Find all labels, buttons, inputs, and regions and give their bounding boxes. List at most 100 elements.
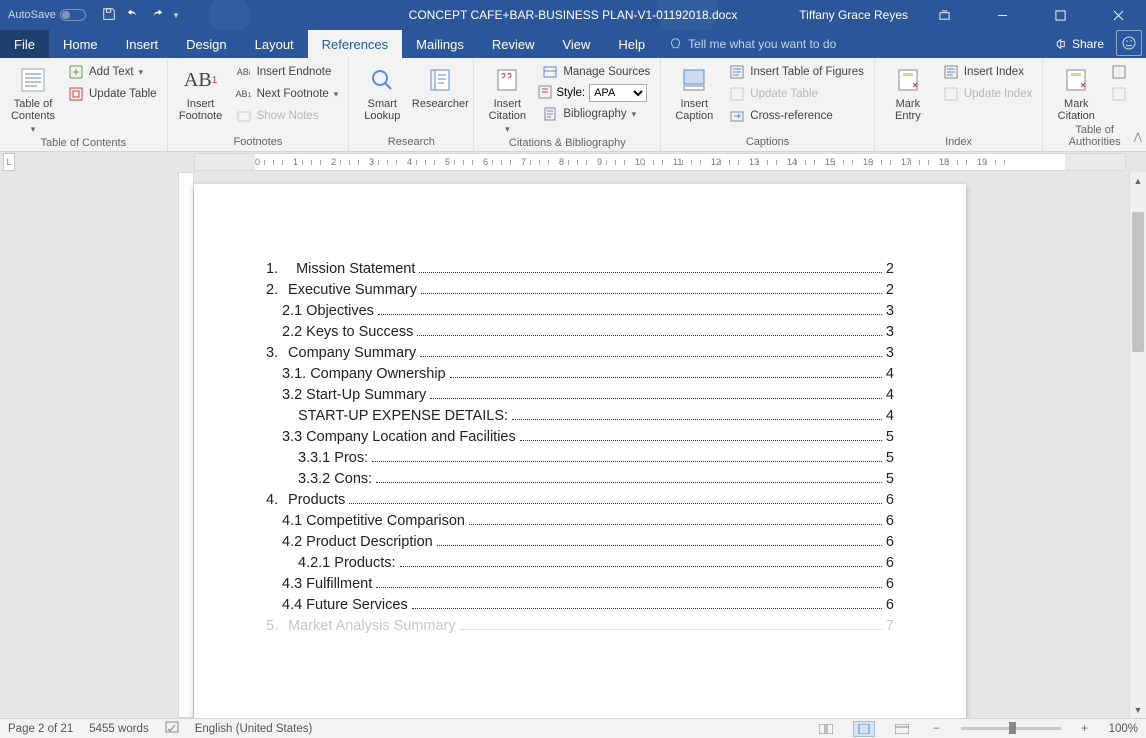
zoom-level[interactable]: 100% <box>1109 723 1138 735</box>
tab-mailings[interactable]: Mailings <box>402 30 478 58</box>
toc-entry[interactable]: 4.2 Product Description 6 <box>266 534 894 550</box>
toc-entry[interactable]: 3.3.2 Cons: 5 <box>266 471 894 487</box>
tab-help[interactable]: Help <box>604 30 659 58</box>
close-button[interactable] <box>1096 0 1140 30</box>
scroll-up-icon[interactable]: ▲ <box>1130 172 1146 189</box>
mark-entry-button[interactable]: Mark Entry <box>881 62 935 122</box>
tab-file[interactable]: File <box>0 30 49 58</box>
autosave-toggle[interactable]: AutoSave <box>0 9 94 21</box>
toc-entry[interactable]: 3.3.1 Pros: 5 <box>266 450 894 466</box>
next-footnote-button[interactable]: AB1Next Footnote <box>232 84 343 104</box>
document-area[interactable]: 1. Mission Statement 2 2. Executive Summa… <box>0 172 1146 718</box>
toc-entry[interactable]: 3. Company Summary 3 <box>266 345 894 361</box>
toc-entry-text: 3.1. Company Ownership <box>282 366 446 382</box>
zoom-in-button[interactable]: + <box>1077 723 1093 735</box>
undo-icon[interactable] <box>126 7 140 24</box>
insert-caption-button[interactable]: Insert Caption <box>667 62 721 122</box>
tab-view[interactable]: View <box>548 30 604 58</box>
toc-leader-dots <box>349 503 882 504</box>
tell-me-search[interactable]: Tell me what you want to do <box>669 30 836 58</box>
minimize-button[interactable] <box>980 0 1024 30</box>
toc-entry-page: 6 <box>886 555 894 571</box>
redo-icon[interactable] <box>150 7 164 24</box>
toc-entry[interactable]: 2. Executive Summary 2 <box>266 282 894 298</box>
toc-entry[interactable]: START-UP EXPENSE DETAILS: 4 <box>266 408 894 424</box>
word-count-status[interactable]: 5455 words <box>89 723 148 735</box>
toc-entry-page: 3 <box>886 324 894 340</box>
tab-selector[interactable]: L <box>3 153 15 171</box>
cross-reference-button[interactable]: Cross-reference <box>725 106 868 126</box>
group-footnotes: AB1 Insert Footnote ABiInsert Endnote AB… <box>168 58 350 151</box>
toc-entry-page: 3 <box>886 345 894 361</box>
page-number-status[interactable]: Page 2 of 21 <box>8 723 73 735</box>
table-of-contents-button[interactable]: Table of Contents <box>6 62 60 135</box>
toc-entry[interactable]: 3.2 Start-Up Summary 4 <box>266 387 894 403</box>
tab-home[interactable]: Home <box>49 30 112 58</box>
mark-citation-button[interactable]: Mark Citation <box>1049 62 1103 122</box>
collapse-ribbon-icon[interactable]: ⋀ <box>1134 132 1142 143</box>
tab-design[interactable]: Design <box>172 30 240 58</box>
read-mode-button[interactable] <box>815 721 837 737</box>
update-toc-button[interactable]: Update Table <box>64 84 161 104</box>
insert-toa-button[interactable] <box>1107 62 1131 82</box>
toc-entry[interactable]: 4.4 Future Services 6 <box>266 597 894 613</box>
tab-review[interactable]: Review <box>478 30 549 58</box>
update-toa-icon <box>1111 86 1127 102</box>
insert-citation-button[interactable]: Insert Citation <box>480 62 534 135</box>
citation-style-selector[interactable]: Style: APA <box>538 84 654 102</box>
toc-entry[interactable]: 4.3 Fulfillment 6 <box>266 576 894 592</box>
update-toa-button <box>1107 84 1131 104</box>
qat-customize-icon[interactable]: ▾ <box>174 10 179 21</box>
toc-entry-page: 2 <box>886 282 894 298</box>
zoom-slider-knob[interactable] <box>1009 722 1016 734</box>
style-select[interactable]: APA <box>589 84 647 102</box>
toc-entry[interactable]: 5. Market Analysis Summary 7 <box>266 618 894 634</box>
smart-lookup-button[interactable]: Smart Lookup <box>355 62 409 122</box>
horizontal-ruler[interactable]: 012345678910111213141516171819 <box>194 153 1126 171</box>
add-text-button[interactable]: Add Text <box>64 62 161 82</box>
toc-entry[interactable]: 4. Products 6 <box>266 492 894 508</box>
vertical-ruler[interactable] <box>178 172 194 718</box>
toc-entry[interactable]: 4.1 Competitive Comparison 6 <box>266 513 894 529</box>
toc-leader-dots <box>450 377 882 378</box>
maximize-button[interactable] <box>1038 0 1082 30</box>
manage-sources-button[interactable]: Manage Sources <box>538 62 654 82</box>
toc-entry[interactable]: 3.3 Company Location and Facilities 5 <box>266 429 894 445</box>
toc-leader-dots <box>372 461 882 462</box>
scrollbar-thumb[interactable] <box>1132 212 1144 352</box>
web-layout-button[interactable] <box>891 721 913 737</box>
ribbon-display-options-icon[interactable] <box>922 0 966 30</box>
zoom-slider[interactable] <box>961 727 1061 730</box>
user-name[interactable]: Tiffany Grace Reyes <box>799 8 908 22</box>
document-page[interactable]: 1. Mission Statement 2 2. Executive Summa… <box>194 184 966 718</box>
tab-references[interactable]: References <box>308 30 402 58</box>
vertical-scrollbar[interactable]: ▲ ▼ <box>1129 172 1146 718</box>
toc-entry[interactable]: 3.1. Company Ownership 4 <box>266 366 894 382</box>
toc-entry[interactable]: 2.1 Objectives 3 <box>266 303 894 319</box>
toc-entry[interactable]: 2.2 Keys to Success 3 <box>266 324 894 340</box>
toc-entry[interactable]: 4.2.1 Products: 6 <box>266 555 894 571</box>
tab-layout[interactable]: Layout <box>241 30 308 58</box>
insert-endnote-button[interactable]: ABiInsert Endnote <box>232 62 343 82</box>
toc-entry-page: 3 <box>886 303 894 319</box>
language-status[interactable]: English (United States) <box>195 723 313 735</box>
insert-index-button[interactable]: Insert Index <box>939 62 1036 82</box>
scroll-down-icon[interactable]: ▼ <box>1130 701 1146 718</box>
save-icon[interactable] <box>102 7 116 24</box>
researcher-button[interactable]: Researcher <box>413 62 467 110</box>
print-layout-button[interactable] <box>853 721 875 737</box>
toc-leader-dots <box>460 629 882 630</box>
zoom-out-button[interactable]: − <box>929 723 945 735</box>
bibliography-button[interactable]: Bibliography <box>538 104 654 124</box>
insert-table-of-figures-button[interactable]: Insert Table of Figures <box>725 62 868 82</box>
share-button[interactable]: Share <box>1040 30 1116 58</box>
feedback-icon[interactable] <box>1116 30 1142 56</box>
toc-leader-dots <box>376 587 882 588</box>
toc-icon <box>17 64 49 96</box>
insert-footnote-button[interactable]: AB1 Insert Footnote <box>174 62 228 122</box>
spellcheck-icon[interactable] <box>165 720 179 737</box>
show-notes-icon <box>236 108 252 124</box>
tab-insert[interactable]: Insert <box>112 30 173 58</box>
group-label: Captions <box>667 134 868 151</box>
toc-entry[interactable]: 1. Mission Statement 2 <box>266 261 894 277</box>
